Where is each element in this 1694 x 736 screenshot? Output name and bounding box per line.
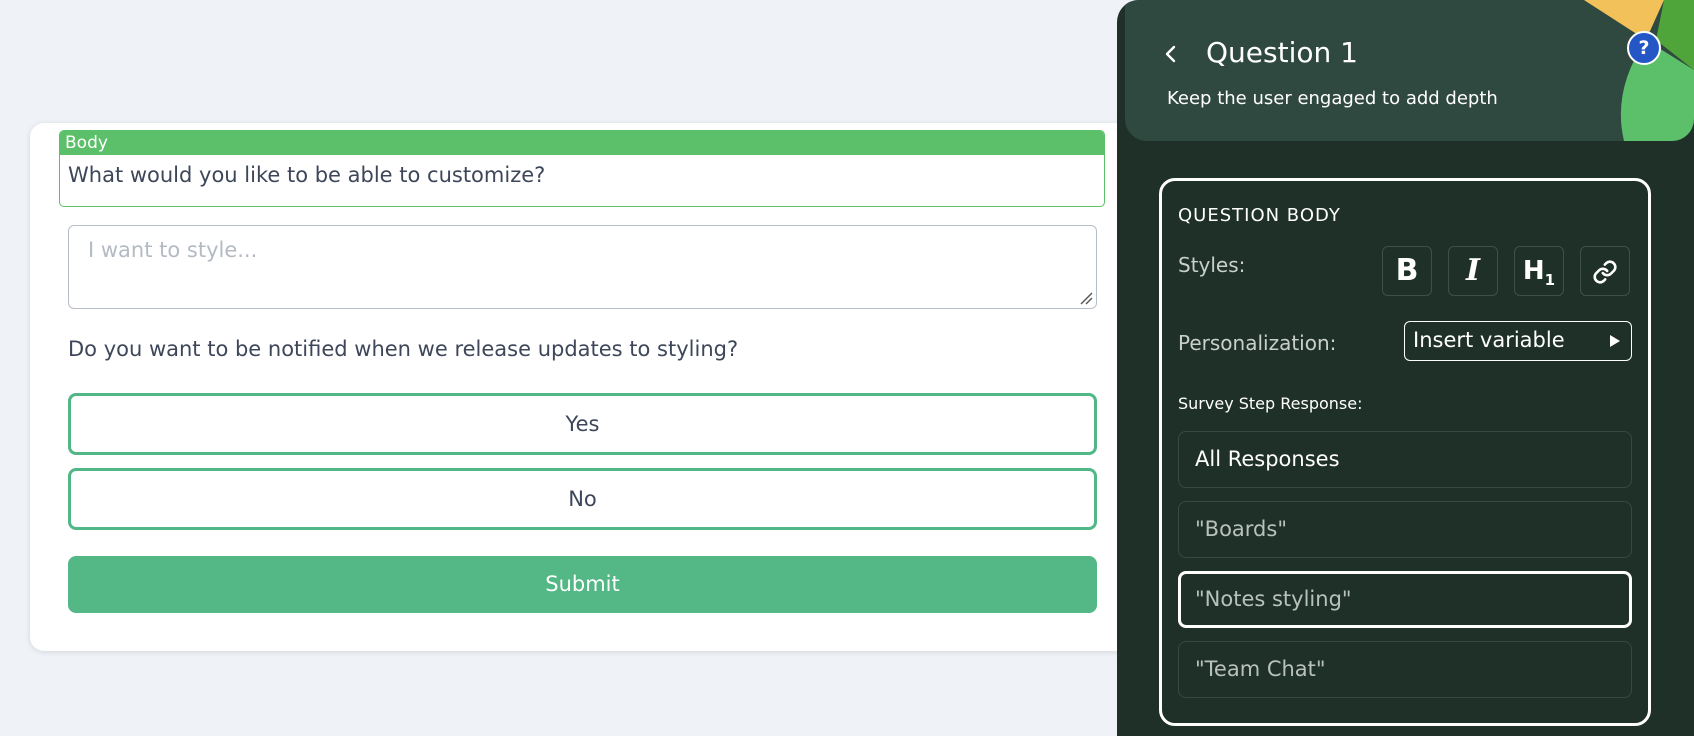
panel-title: Question 1	[1206, 36, 1358, 69]
personalization-label: Personalization:	[1178, 331, 1337, 355]
question-text[interactable]: What would you like to be able to custom…	[60, 155, 1104, 187]
response-option-boards[interactable]: "Boards"	[1178, 501, 1632, 558]
decorative-shapes	[1584, 0, 1694, 141]
answer-textarea[interactable]: I want to style...	[68, 225, 1097, 309]
option-no-button[interactable]: No	[68, 468, 1097, 530]
bold-button[interactable]: B	[1382, 246, 1432, 296]
back-chevron-icon[interactable]	[1159, 42, 1183, 66]
question-body-section: QUESTION BODY Styles: B I H1 Personaliza…	[1159, 178, 1651, 726]
response-option-notes-styling[interactable]: "Notes styling"	[1178, 571, 1632, 628]
panel-header: Question 1 Keep the user engaged to add …	[1125, 0, 1694, 141]
survey-preview-card: Body What would you like to be able to c…	[30, 123, 1170, 651]
option-yes-button[interactable]: Yes	[68, 393, 1097, 455]
heading-button[interactable]: H1	[1514, 246, 1564, 296]
link-icon	[1593, 260, 1617, 284]
bold-icon: B	[1395, 253, 1419, 288]
insert-variable-select[interactable]: Insert variable	[1404, 321, 1632, 361]
submit-button[interactable]: Submit	[68, 556, 1097, 613]
help-icon[interactable]: ?	[1627, 31, 1661, 65]
italic-button[interactable]: I	[1448, 246, 1498, 296]
link-button[interactable]	[1580, 246, 1630, 296]
question-editor-panel: Question 1 Keep the user engaged to add …	[1117, 0, 1694, 736]
play-arrow-icon	[1610, 335, 1620, 347]
italic-icon: I	[1465, 253, 1481, 288]
heading-icon: H1	[1522, 256, 1556, 290]
textarea-placeholder: I want to style...	[88, 238, 258, 262]
body-tag: Body	[60, 131, 1104, 155]
notify-question: Do you want to be notified when we relea…	[68, 337, 739, 361]
styles-label: Styles:	[1178, 253, 1246, 277]
survey-step-response-label: Survey Step Response:	[1178, 394, 1363, 413]
insert-variable-label: Insert variable	[1413, 328, 1565, 352]
response-option-all[interactable]: All Responses	[1178, 431, 1632, 488]
resize-grip-icon[interactable]	[1079, 291, 1093, 305]
question-body-block[interactable]: Body What would you like to be able to c…	[59, 130, 1105, 207]
section-heading: QUESTION BODY	[1178, 205, 1341, 226]
response-option-team-chat[interactable]: "Team Chat"	[1178, 641, 1632, 698]
panel-subtitle: Keep the user engaged to add depth	[1167, 88, 1498, 109]
